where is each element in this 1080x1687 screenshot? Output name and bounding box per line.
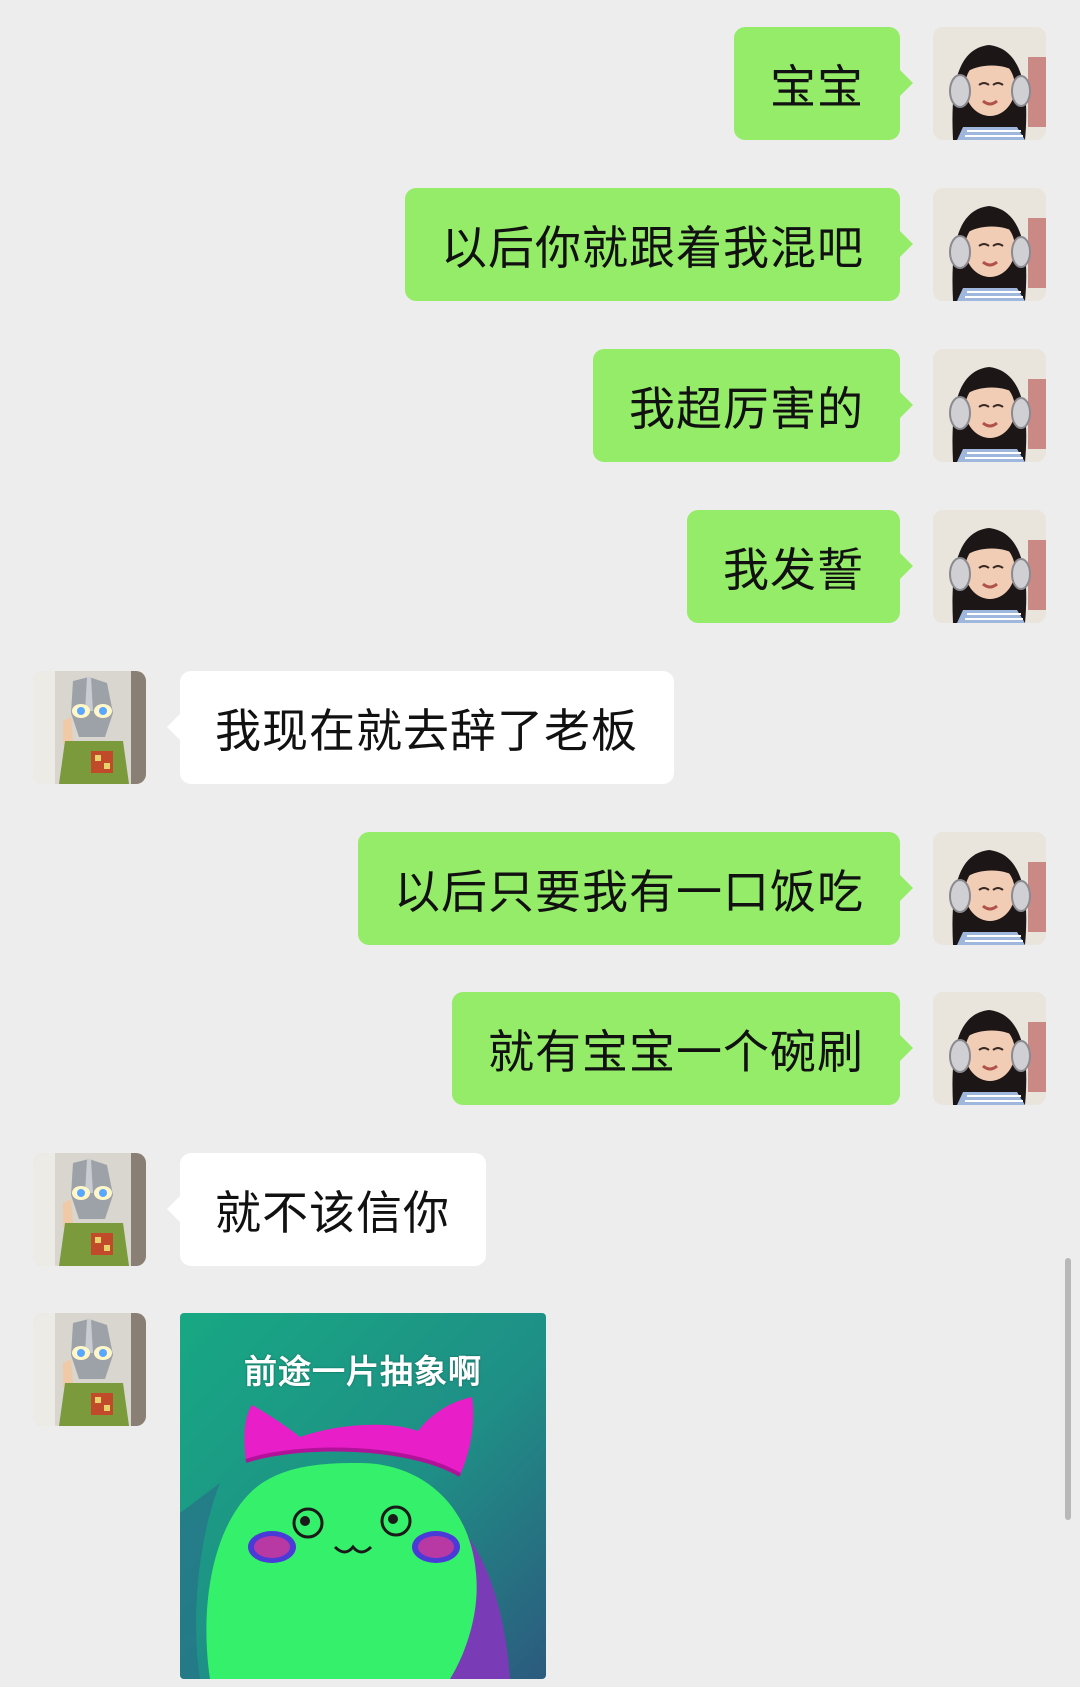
message-text: 我超厉害的	[629, 381, 864, 436]
self-avatar[interactable]	[933, 188, 1046, 301]
message-text: 就不该信你	[215, 1185, 450, 1240]
outgoing-bubble[interactable]: 我发誓	[687, 510, 913, 623]
other-avatar[interactable]	[33, 1153, 146, 1266]
other-avatar[interactable]	[33, 671, 146, 784]
ultraman-mask-avatar-icon	[33, 1153, 146, 1266]
girl-with-headphones-avatar-icon	[933, 510, 1046, 623]
message-text: 我发誓	[723, 542, 864, 597]
message-text: 我现在就去辞了老板	[215, 703, 638, 758]
ultraman-mask-avatar-icon	[33, 671, 146, 784]
outgoing-bubble[interactable]: 就有宝宝一个碗刷	[452, 992, 913, 1105]
self-avatar[interactable]	[933, 832, 1046, 945]
sticker-caption: 前途一片抽象啊	[244, 1352, 482, 1391]
other-avatar[interactable]	[33, 1313, 146, 1426]
self-avatar[interactable]	[933, 349, 1046, 462]
self-avatar[interactable]	[933, 510, 1046, 623]
message-text: 以后只要我有一口饭吃	[394, 864, 864, 919]
self-avatar[interactable]	[933, 992, 1046, 1105]
message-text: 以后你就跟着我混吧	[441, 220, 864, 275]
girl-with-headphones-avatar-icon	[933, 27, 1046, 140]
outgoing-bubble[interactable]: 宝宝	[734, 27, 913, 140]
sticker-message[interactable]: 前途一片抽象啊	[180, 1313, 546, 1679]
scrollbar[interactable]	[1065, 1258, 1071, 1520]
girl-with-headphones-avatar-icon	[933, 188, 1046, 301]
incoming-bubble[interactable]: 我现在就去辞了老板	[167, 671, 674, 784]
outgoing-bubble[interactable]: 我超厉害的	[593, 349, 913, 462]
girl-with-headphones-avatar-icon	[933, 832, 1046, 945]
message-text: 就有宝宝一个碗刷	[488, 1024, 864, 1079]
self-avatar[interactable]	[933, 27, 1046, 140]
chat-message-list[interactable]: 宝宝 以后你就跟着我混吧 我超厉害的 我发誓 我现在就去辞了老板 以后只要我有一…	[0, 0, 1080, 1687]
outgoing-bubble[interactable]: 以后只要我有一口饭吃	[358, 832, 913, 945]
incoming-bubble[interactable]: 就不该信你	[167, 1153, 486, 1266]
girl-with-headphones-avatar-icon	[933, 992, 1046, 1105]
ultraman-mask-avatar-icon	[33, 1313, 146, 1426]
message-text: 宝宝	[770, 59, 864, 114]
girl-with-headphones-avatar-icon	[933, 349, 1046, 462]
outgoing-bubble[interactable]: 以后你就跟着我混吧	[405, 188, 913, 301]
